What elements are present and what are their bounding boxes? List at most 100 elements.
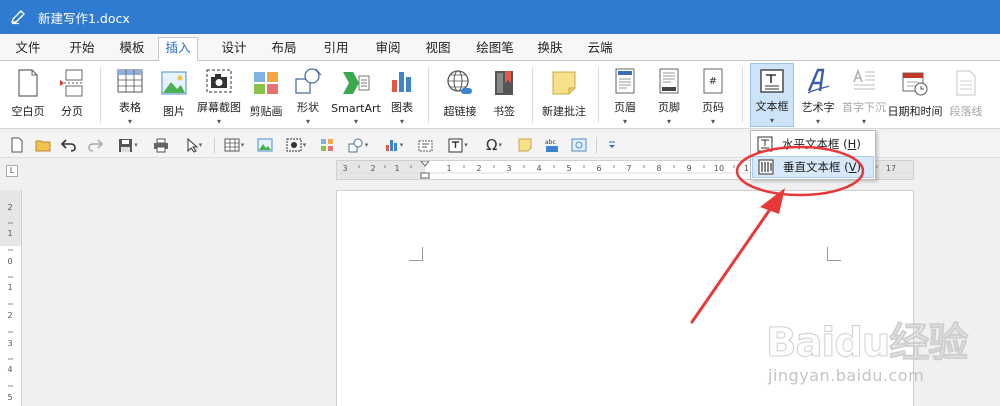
ruler-label: 1 — [394, 164, 399, 173]
select-pointer-icon[interactable]: ▾ — [180, 136, 208, 154]
ruler-label: 1 — [7, 229, 12, 238]
pen-icon[interactable] — [0, 0, 36, 34]
insert-comment-icon[interactable] — [516, 136, 534, 154]
tab-cloud[interactable]: 云端 — [580, 38, 620, 61]
insert-object-icon[interactable] — [570, 136, 588, 154]
smartart-button[interactable]: SmartArt ▾ — [328, 63, 384, 127]
bookmark-button[interactable]: 书签 — [484, 63, 524, 127]
footer-button[interactable]: 页脚 ▾ — [648, 63, 690, 127]
new-comment-button[interactable]: 新建批注 — [538, 63, 590, 127]
tab-stop-selector-icon[interactable]: L — [6, 165, 18, 177]
table-dropdown-arrow[interactable]: ▾ — [128, 117, 132, 127]
picture-button[interactable]: 图片 — [154, 63, 194, 127]
tab-layout[interactable]: 布局 — [264, 38, 304, 61]
clip-art-icon — [250, 67, 282, 99]
ruler-label: 1 — [446, 164, 451, 173]
shapes-icon — [292, 67, 324, 95]
textbox-dropdown-menu: 水平文本框 (H) 垂直文本框 (V) — [750, 130, 876, 180]
tab-home[interactable]: 开始 — [62, 38, 102, 61]
ruler-label: 3 — [506, 164, 511, 173]
insert-equation-icon[interactable]: abc — [542, 136, 562, 154]
wordart-button[interactable]: 艺术字 ▾ — [796, 63, 840, 127]
page-break-button[interactable]: 分页 — [52, 63, 92, 127]
camera-icon — [203, 67, 235, 95]
wordart-icon — [802, 67, 834, 95]
tab-references[interactable]: 引用 — [316, 38, 356, 61]
header-button[interactable]: 页眉 ▾ — [604, 63, 646, 127]
margin-corner-top-right — [827, 247, 841, 261]
page-number-button[interactable]: # 页码 ▾ — [692, 63, 734, 127]
shapes-button[interactable]: 形状 ▾ — [288, 63, 328, 127]
date-time-button[interactable]: 日期和时间 — [886, 63, 944, 127]
undo-icon[interactable] — [60, 136, 78, 154]
clip-art-button[interactable]: 剪贴画 — [246, 63, 286, 127]
sticky-note-icon — [548, 67, 580, 99]
tab-review[interactable]: 审阅 — [368, 38, 408, 61]
chart-button[interactable]: 图表 ▾ — [384, 63, 420, 127]
ruler-label: 17 — [886, 164, 896, 173]
paragraph-line-button[interactable]: 段落线 — [946, 63, 986, 127]
tab-drawing-pen[interactable]: 绘图笔 — [472, 38, 518, 61]
ruler-label: 0 — [7, 257, 12, 266]
blank-page-button[interactable]: 空白页 — [6, 63, 50, 127]
footer-dropdown-arrow[interactable]: ▾ — [667, 117, 671, 127]
hyperlink-button[interactable]: 超链接 — [438, 63, 482, 127]
insert-picture-icon[interactable] — [256, 136, 274, 154]
open-folder-icon[interactable] — [34, 136, 52, 154]
shapes-dropdown-arrow[interactable]: ▾ — [306, 117, 310, 127]
drop-cap-button[interactable]: 首字下沉 ▾ — [840, 63, 888, 127]
tab-insert[interactable]: 插入 — [158, 37, 198, 62]
vertical-ruler[interactable]: 2 1 0 1 2 3 4 5 — [0, 190, 22, 406]
wordart-dropdown-arrow[interactable]: ▾ — [816, 117, 820, 127]
insert-shape-icon[interactable]: ▾ — [344, 136, 372, 154]
toolbar-separator — [596, 137, 597, 154]
smartart-dropdown-arrow[interactable]: ▾ — [354, 117, 358, 127]
ruler-label: 2 — [476, 164, 481, 173]
redo-icon[interactable] — [86, 136, 104, 154]
ruler-label: 8 — [656, 164, 661, 173]
insert-textbox-icon[interactable]: ▾ — [444, 136, 472, 154]
ruler-label: 9 — [686, 164, 691, 173]
calendar-clock-icon — [899, 67, 931, 99]
screenshot-dropdown-arrow[interactable]: ▾ — [217, 117, 221, 127]
print-icon[interactable] — [152, 136, 170, 154]
textbox-dropdown-arrow[interactable]: ▾ — [770, 116, 774, 126]
chart-dropdown-arrow[interactable]: ▾ — [400, 117, 404, 127]
tab-file[interactable]: 文件 — [10, 38, 46, 61]
insert-ribbon: 空白页 分页 表格 ▾ 图片 屏幕截图 ▾ 剪贴画 形状 ▾ SmartArt … — [0, 61, 1000, 129]
tab-skin[interactable]: 换肤 — [530, 38, 570, 61]
textbox-button[interactable]: 文本框 ▾ — [750, 63, 794, 127]
insert-symbol-icon[interactable]: Ω ▾ — [480, 136, 508, 154]
insert-chart-icon[interactable]: ▾ — [380, 136, 408, 154]
ribbon-separator — [742, 67, 743, 123]
insert-screenshot-icon[interactable]: ▾ — [282, 136, 310, 154]
tab-template[interactable]: 模板 — [112, 38, 152, 61]
ruler-label: 5 — [7, 393, 12, 402]
ruler-label: 5 — [566, 164, 571, 173]
customize-toolbar-icon[interactable] — [604, 136, 620, 154]
ruler-label: 4 — [7, 365, 12, 374]
ruler-label: 4 — [536, 164, 541, 173]
drop-cap-dropdown-arrow[interactable]: ▾ — [862, 117, 866, 127]
new-document-icon[interactable] — [8, 136, 26, 154]
ruler-label: 6 — [596, 164, 601, 173]
ribbon-separator — [100, 67, 101, 123]
ruler-label: 2 — [370, 164, 375, 173]
insert-table-icon[interactable]: ▾ — [220, 136, 248, 154]
tab-design[interactable]: 设计 — [214, 38, 254, 61]
header-icon — [609, 67, 641, 95]
save-icon[interactable]: ▾ — [114, 136, 142, 154]
vertical-textbox-item[interactable]: 垂直文本框 (V) — [752, 156, 874, 178]
footer-icon — [653, 67, 685, 95]
header-dropdown-arrow[interactable]: ▾ — [623, 117, 627, 127]
page-number-dropdown-arrow[interactable]: ▾ — [711, 117, 715, 127]
horizontal-textbox-icon — [755, 134, 775, 154]
horizontal-textbox-item[interactable]: 水平文本框 (H) — [752, 133, 874, 155]
insert-field-icon[interactable] — [416, 136, 434, 154]
insert-clipart-icon[interactable] — [318, 136, 336, 154]
svg-text:#: # — [709, 76, 717, 87]
ruler-label: 10 — [714, 164, 724, 173]
tab-view[interactable]: 视图 — [418, 38, 458, 61]
screenshot-button[interactable]: 屏幕截图 ▾ — [194, 63, 244, 127]
table-button[interactable]: 表格 ▾ — [108, 63, 152, 127]
